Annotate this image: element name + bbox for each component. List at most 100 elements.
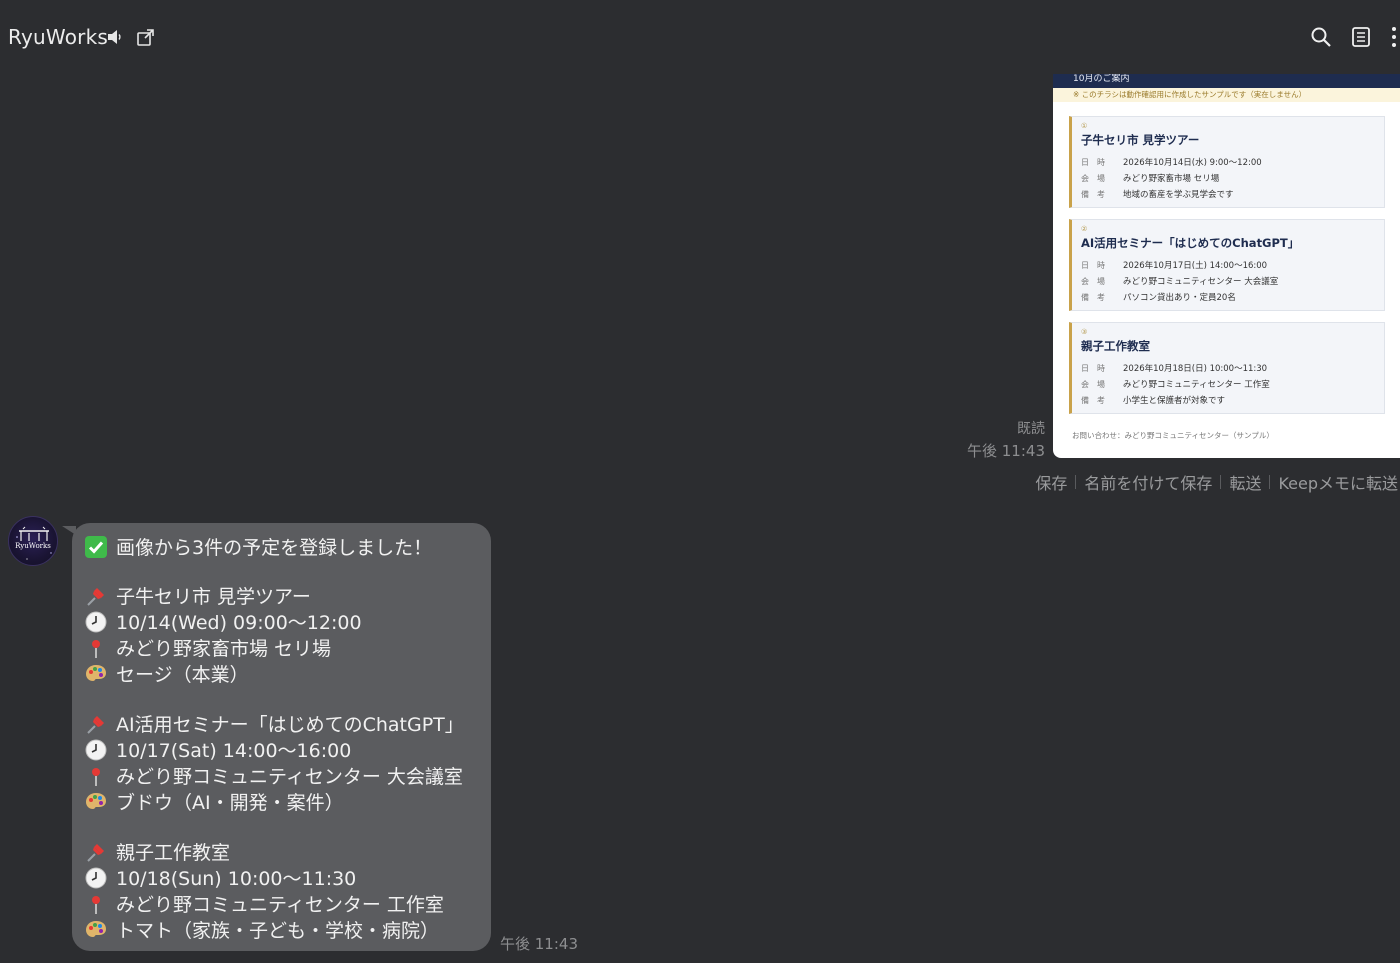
- event-row: 備 考 パソコン貸出あり・定員20名: [1081, 291, 1236, 303]
- line-text: AI活用セミナー「はじめてのChatGPT」: [116, 714, 464, 736]
- flyer-event-2: ② AI活用セミナー「はじめてのChatGPT」 日 時 2026年10月17日(…: [1069, 219, 1385, 311]
- row-value: 2026年10月17日(土) 14:00〜16:00: [1123, 261, 1268, 271]
- pin-icon: [84, 712, 108, 736]
- clock-icon: [84, 610, 108, 634]
- line-text: みどり野家畜市場 セリ場: [116, 638, 332, 660]
- location-icon: [84, 764, 108, 788]
- event-row: 備 考 小学生と保護者が対象です: [1081, 394, 1225, 406]
- line-text: トマト（家族・子ども・学校・病院）: [116, 920, 440, 942]
- keep-memo-link[interactable]: Keepメモに転送: [1278, 470, 1398, 494]
- event-number: ②: [1081, 225, 1088, 233]
- message-line: 10/18(Sun) 10:00〜11:30: [84, 864, 356, 891]
- row-label: 備 考: [1081, 293, 1105, 302]
- line-text: セージ（本業）: [116, 664, 249, 686]
- message-line: セージ（本業）: [84, 660, 249, 687]
- message-line: トマト（家族・子ども・学校・病院）: [84, 916, 439, 943]
- row-label: 日 時: [1081, 158, 1105, 167]
- flyer-event-3: ③ 親子工作教室 日 時 2026年10月18日(日) 10:00〜11:30 会…: [1069, 322, 1385, 414]
- event-row: 会 場 みどり野コミュニティセンター 工作室: [1081, 378, 1270, 390]
- row-value: 地域の畜産を学ぶ見学会です: [1123, 190, 1234, 200]
- row-label: 備 考: [1081, 396, 1105, 405]
- message-line: 10/14(Wed) 09:00〜12:00: [84, 608, 362, 635]
- row-label: 会 場: [1081, 174, 1105, 183]
- more-vertical-icon[interactable]: [1390, 26, 1400, 48]
- pin-icon: [84, 840, 108, 864]
- event-title: AI活用セミナー「はじめてのChatGPT」: [1081, 236, 1300, 250]
- location-icon: [84, 892, 108, 916]
- row-value: みどり野家畜市場 セリ場: [1123, 174, 1220, 184]
- flyer-event-1: ① 子牛セリ市 見学ツアー 日 時 2026年10月14日(水) 9:00〜12:…: [1069, 116, 1385, 208]
- pin-icon: [84, 584, 108, 608]
- message-line: みどり野家畜市場 セリ場: [84, 634, 331, 661]
- divider: [1220, 475, 1222, 489]
- line-text: 画像から3件の予定を登録しました！: [116, 537, 433, 559]
- event-row: 会 場 みどり野家畜市場 セリ場: [1081, 172, 1219, 184]
- event-title: 子牛セリ市 見学ツアー: [1081, 133, 1200, 147]
- image-actions: 保存 名前を付けて保存 転送 Keepメモに転送: [1035, 470, 1398, 494]
- row-value: みどり野コミュニティセンター 工作室: [1123, 380, 1270, 390]
- save-link[interactable]: 保存: [1035, 470, 1067, 494]
- location-icon: [84, 636, 108, 660]
- event-number: ③: [1081, 328, 1088, 336]
- row-value: みどり野コミュニティセンター 大会議室: [1123, 277, 1279, 287]
- avatar-label: RyuWorks: [15, 542, 51, 550]
- row-value: 2026年10月14日(水) 9:00〜12:00: [1123, 158, 1262, 168]
- palette-icon: [84, 790, 108, 814]
- message-line: 10/17(Sat) 14:00〜16:00: [84, 736, 351, 763]
- row-value: パソコン貸出あり・定員20名: [1123, 293, 1236, 303]
- line-text: 子牛セリ市 見学ツアー: [116, 586, 311, 608]
- external-link-icon[interactable]: [136, 28, 156, 48]
- event-row: 日 時 2026年10月14日(水) 9:00〜12:00: [1081, 156, 1262, 168]
- line-text: 親子工作教室: [116, 842, 231, 864]
- event-number: ①: [1081, 122, 1088, 130]
- chat-header: RyuWorks: [0, 0, 1400, 74]
- message-line: 子牛セリ市 見学ツアー: [84, 582, 311, 609]
- read-receipt: 既読: [1017, 421, 1045, 437]
- row-label: 日 時: [1081, 364, 1105, 373]
- clock-icon: [84, 866, 108, 890]
- notes-icon[interactable]: [1350, 26, 1372, 48]
- clock-icon: [84, 738, 108, 762]
- row-label: 日 時: [1081, 261, 1105, 270]
- message-line: 画像から3件の予定を登録しました！: [84, 533, 432, 560]
- row-value: 2026年10月18日(日) 10:00〜11:30: [1123, 364, 1268, 374]
- divider: [1269, 475, 1271, 489]
- divider: [1075, 475, 1077, 489]
- row-label: 会 場: [1081, 277, 1105, 286]
- sent-timestamp: 午後 11:43: [967, 442, 1045, 460]
- chat-title[interactable]: RyuWorks: [8, 25, 108, 49]
- search-icon[interactable]: [1310, 26, 1332, 48]
- line-text: ブドウ（AI・開発・案件）: [116, 792, 344, 814]
- event-title: 親子工作教室: [1081, 339, 1150, 353]
- flyer-banner: 10月のご案内: [1053, 74, 1400, 88]
- line-text: 10/14(Wed) 09:00〜12:00: [116, 612, 362, 634]
- event-row: 日 時 2026年10月18日(日) 10:00〜11:30: [1081, 362, 1267, 374]
- save-as-link[interactable]: 名前を付けて保存: [1084, 470, 1212, 494]
- check-icon: [84, 535, 108, 559]
- line-text: みどり野コミュニティセンター 大会議室: [116, 766, 463, 788]
- row-value: 小学生と保護者が対象です: [1123, 396, 1226, 406]
- row-label: 会 場: [1081, 380, 1105, 389]
- speaker-icon[interactable]: [106, 28, 126, 48]
- event-row: 日 時 2026年10月17日(土) 14:00〜16:00: [1081, 259, 1267, 271]
- avatar[interactable]: RyuWorks: [8, 516, 58, 566]
- line-text: みどり野コミュニティセンター 工作室: [116, 894, 444, 916]
- message-line: みどり野コミュニティセンター 工作室: [84, 890, 444, 917]
- sent-image[interactable]: 10月のご案内 ※ このチラシは動作確認用に作成したサンプルです（実在しません）…: [1053, 74, 1400, 458]
- message-line: AI活用セミナー「はじめてのChatGPT」: [84, 710, 464, 737]
- message-line: 親子工作教室: [84, 838, 230, 865]
- row-label: 備 考: [1081, 190, 1105, 199]
- flyer-footer: お問い合わせ：みどり野コミュニティセンター（サンプル）: [1072, 431, 1274, 440]
- flyer-note: ※ このチラシは動作確認用に作成したサンプルです（実在しません）: [1053, 88, 1400, 102]
- forward-link[interactable]: 転送: [1229, 470, 1261, 494]
- line-text: 10/18(Sun) 10:00〜11:30: [116, 868, 357, 890]
- line-text: 10/17(Sat) 14:00〜16:00: [116, 740, 352, 762]
- message-line: みどり野コミュニティセンター 大会議室: [84, 762, 463, 789]
- palette-icon: [84, 662, 108, 686]
- event-row: 会 場 みどり野コミュニティセンター 大会議室: [1081, 275, 1278, 287]
- reply-message[interactable]: 画像から3件の予定を登録しました！ 子牛セリ市 見学ツアー 10/14(Wed)…: [72, 523, 491, 951]
- message-line: ブドウ（AI・開発・案件）: [84, 788, 344, 815]
- event-row: 備 考 地域の畜産を学ぶ見学会です: [1081, 188, 1234, 200]
- palette-icon: [84, 918, 108, 942]
- reply-timestamp: 午後 11:43: [500, 935, 578, 953]
